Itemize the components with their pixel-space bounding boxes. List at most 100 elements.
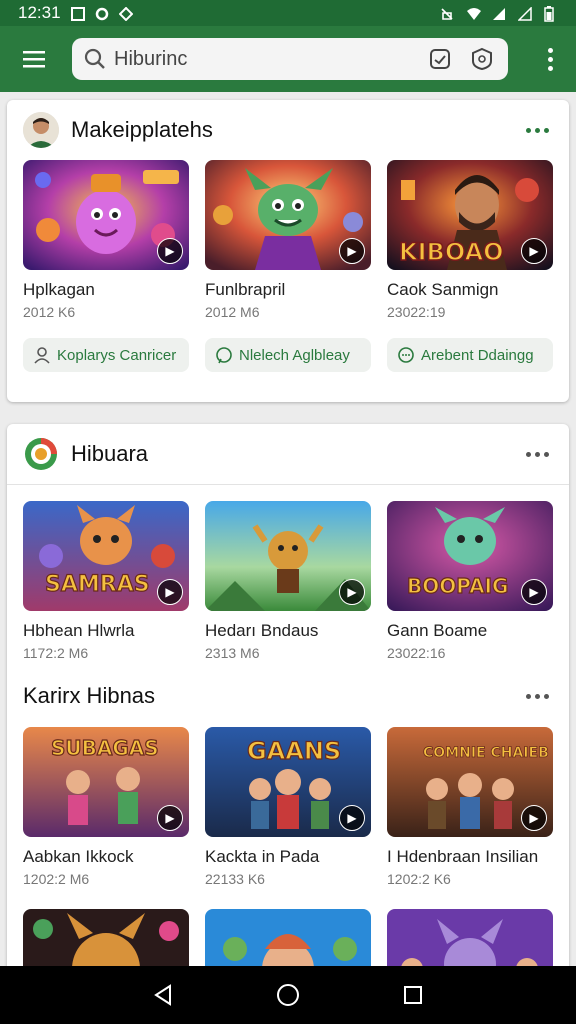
notification-icon xyxy=(70,6,85,21)
game-tile[interactable]: SAMRAS ▶ Hbhean Hlwrla 1172:2 M6 xyxy=(23,501,189,661)
recents-button[interactable] xyxy=(398,980,428,1010)
video-icon: ▶ xyxy=(521,805,547,831)
thumbnail-image xyxy=(387,909,553,966)
back-button[interactable] xyxy=(148,980,178,1010)
game-tile[interactable]: COMNIE CHAIEB ▶ I Hdenbraan Insilian 120… xyxy=(387,727,553,887)
tile-title: Aabkan Ikkock xyxy=(23,847,134,866)
signal-icon xyxy=(492,6,506,20)
tile-title: Hedarı Bndaus xyxy=(205,621,319,640)
game-tile[interactable]: ▶ Hedarı Bndaus 2313 M6 xyxy=(205,501,371,661)
video-icon: ▶ xyxy=(157,238,183,264)
game-tile[interactable] xyxy=(205,909,371,966)
game-tile[interactable]: SUBAGAS ▶ Aabkan Ikkock 1202:2 M6 xyxy=(23,727,189,887)
thumbnail-logo-text: SUBAGAS xyxy=(51,736,159,760)
overflow-menu-button[interactable] xyxy=(538,47,562,71)
chip-button[interactable]: Nlelech Aglbleay xyxy=(205,338,371,372)
thumbnail[interactable] xyxy=(23,909,189,966)
section-menu-button[interactable] xyxy=(526,693,553,699)
thumbnail[interactable]: SUBAGAS ▶ xyxy=(23,727,189,837)
tile-title: Funlbrapril xyxy=(205,280,286,299)
game-tile[interactable]: BOOPAIG ▶ Gann Boame 23022:16 xyxy=(387,501,553,661)
game-tile[interactable] xyxy=(23,909,189,966)
video-icon: ▶ xyxy=(339,805,365,831)
thumbnail[interactable]: SAMRAS ▶ xyxy=(23,501,189,611)
back-icon xyxy=(153,984,171,1006)
tile-meta: 23022:19 xyxy=(387,304,446,320)
avatar[interactable] xyxy=(23,112,59,148)
video-icon: ▶ xyxy=(157,805,183,831)
video-icon: ▶ xyxy=(521,238,547,264)
shield-icon[interactable] xyxy=(468,45,496,73)
tile-title: Gann Boame xyxy=(387,621,488,640)
tile-meta: 2313 M6 xyxy=(205,645,260,661)
search-input[interactable]: Hiburinc xyxy=(114,48,412,71)
thumbnail-logo-text: GAANS xyxy=(247,737,341,765)
tile-title: Caok Sanmign xyxy=(387,280,499,299)
battery-icon xyxy=(544,6,558,22)
wifi-icon xyxy=(466,6,481,20)
divider xyxy=(7,484,569,485)
sync-icon xyxy=(95,6,109,21)
tile-meta: 22133 K6 xyxy=(205,871,265,887)
comment-icon xyxy=(398,347,414,363)
section-title: Karirx Hibnas xyxy=(23,683,156,708)
feed-card-2: Hibuara SAMRAS ▶ Hbhean Hlwrla 1172:2 M6… xyxy=(7,424,569,966)
tile-title: Hplkagan xyxy=(23,280,95,299)
chat-icon xyxy=(216,347,232,364)
feed[interactable]: Makeipplatehs ▶ Hplkagan 2012 K6 ▶ Funlb… xyxy=(0,92,576,966)
thumbnail-logo-text: COMNIE CHAIEB xyxy=(423,745,549,761)
thumbnail-image xyxy=(205,909,371,966)
recents-icon xyxy=(404,986,423,1004)
thumbnail[interactable]: BOOPAIG ▶ xyxy=(387,501,553,611)
video-icon: ▶ xyxy=(339,238,365,264)
thumbnail[interactable]: ▶ xyxy=(205,501,371,611)
search-icon xyxy=(84,48,105,69)
home-icon xyxy=(276,984,299,1006)
tile-meta: 1172:2 M6 xyxy=(23,645,89,661)
tile-meta: 1202:2 M6 xyxy=(23,871,90,887)
game-tile[interactable]: ▶ Funlbrapril 2012 M6 xyxy=(205,160,371,320)
menu-button[interactable] xyxy=(14,39,54,79)
card-menu-button[interactable] xyxy=(526,451,553,457)
thumbnail[interactable]: ▶ xyxy=(23,160,189,270)
card-title: Hibuara xyxy=(71,441,149,466)
signal2-icon xyxy=(517,6,532,21)
channel-logo[interactable] xyxy=(23,436,59,472)
game-tile[interactable]: ▶ Hplkagan 2012 K6 xyxy=(23,160,189,320)
card-title: Makeipplatehs xyxy=(71,117,213,142)
thumbnail[interactable]: GAANS ▶ xyxy=(205,727,371,837)
game-tile[interactable] xyxy=(387,909,553,966)
system-nav-bar xyxy=(0,966,576,1024)
thumbnail-logo-text: SAMRAS xyxy=(45,572,150,597)
chip-label: Arebent Ddaingg xyxy=(421,346,534,364)
tile-title: Kackta in Pada xyxy=(205,847,320,866)
hamburger-icon xyxy=(23,51,45,68)
game-tile[interactable]: GAANS ▶ Kackta in Pada 22133 K6 xyxy=(205,727,371,887)
status-bar: 12:31 xyxy=(0,0,576,26)
save-icon[interactable] xyxy=(426,45,454,73)
tile-title: I Hdenbraan Insilian xyxy=(387,847,539,866)
chip-label: Nlelech Aglbleay xyxy=(239,346,350,364)
game-tile[interactable]: KIBOAO ▶ Caok Sanmign 23022:19 xyxy=(387,160,553,320)
thumbnail[interactable]: ▶ xyxy=(205,160,371,270)
section-header: Karirx Hibnas xyxy=(7,671,569,721)
thumbnail-logo-text: BOOPAIG xyxy=(407,574,508,598)
tile-meta: 23022:16 xyxy=(387,645,446,661)
thumbnail[interactable]: KIBOAO ▶ xyxy=(387,160,553,270)
thumbnail-logo-text: KIBOAO xyxy=(399,238,504,266)
feed-card-1: Makeipplatehs ▶ Hplkagan 2012 K6 ▶ Funlb… xyxy=(7,100,569,402)
tile-meta: 2012 M6 xyxy=(205,304,260,320)
video-icon: ▶ xyxy=(339,579,365,605)
thumbnail-image xyxy=(23,909,189,966)
video-icon: ▶ xyxy=(521,579,547,605)
thumbnail[interactable] xyxy=(205,909,371,966)
home-button[interactable] xyxy=(273,980,303,1010)
search-bar[interactable]: Hiburinc xyxy=(72,38,508,80)
chip-button[interactable]: Arebent Ddaingg xyxy=(387,338,553,372)
thumbnail[interactable] xyxy=(387,909,553,966)
tile-meta: 1202:2 K6 xyxy=(387,871,451,887)
thumbnail[interactable]: COMNIE CHAIEB ▶ xyxy=(387,727,553,837)
status-time: 12:31 xyxy=(18,3,61,22)
chip-button[interactable]: Koplarys Canricer xyxy=(23,338,189,372)
card-menu-button[interactable] xyxy=(526,127,553,133)
